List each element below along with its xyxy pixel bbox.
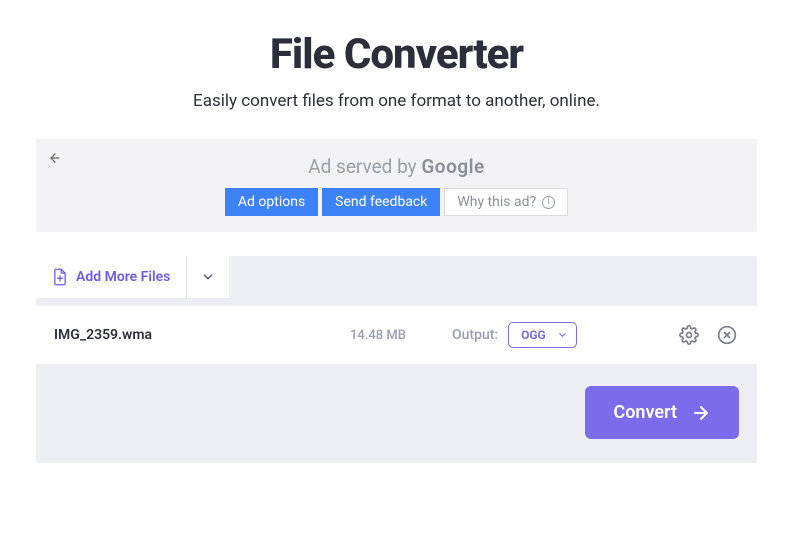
add-files-row: Add More Files (36, 256, 757, 298)
output-group: Output: OGG (452, 322, 577, 348)
output-label: Output: (452, 327, 498, 343)
settings-button[interactable] (677, 323, 701, 347)
chevron-down-icon (201, 270, 215, 284)
ad-served-prefix: Ad served by (308, 155, 421, 178)
convert-label: Convert (613, 402, 677, 423)
close-circle-icon (717, 325, 737, 345)
add-files-label: Add More Files (76, 269, 170, 285)
convert-button[interactable]: Convert (585, 386, 739, 439)
arrow-right-icon (691, 403, 711, 423)
page-header: File Converter Easily convert files from… (0, 0, 793, 131)
ad-buttons-row: Ad options Send feedback Why this ad? i (50, 188, 743, 216)
chevron-down-icon (557, 330, 568, 341)
add-files-dropdown[interactable] (186, 256, 229, 298)
ad-back-icon[interactable] (48, 151, 62, 165)
file-size: 14.48 MB (350, 328, 406, 343)
convert-row: Convert (36, 364, 757, 439)
ad-why-button[interactable]: Why this ad? i (444, 188, 568, 216)
ad-feedback-button[interactable]: Send feedback (322, 188, 440, 216)
page-title: File Converter (0, 30, 793, 79)
main-panel: Add More Files IMG_2359.wma 14.48 MB Out… (36, 256, 757, 463)
ad-container: Ad served by Google Ad options Send feed… (36, 139, 757, 232)
ad-options-button[interactable]: Ad options (225, 188, 318, 216)
remove-file-button[interactable] (715, 323, 739, 347)
output-format-select[interactable]: OGG (508, 322, 577, 348)
file-row-actions (677, 323, 739, 347)
page-subtitle: Easily convert files from one format to … (0, 91, 793, 111)
ad-served-text: Ad served by Google (50, 149, 743, 188)
add-files-button[interactable]: Add More Files (36, 256, 186, 298)
output-format-value: OGG (521, 328, 546, 342)
gear-icon (679, 325, 699, 345)
file-plus-icon (52, 268, 68, 286)
info-icon: i (542, 196, 555, 209)
ad-served-brand: Google (421, 155, 484, 178)
ad-why-label: Why this ad? (457, 194, 536, 210)
file-row: IMG_2359.wma 14.48 MB Output: OGG (36, 306, 757, 364)
file-name: IMG_2359.wma (54, 327, 334, 343)
